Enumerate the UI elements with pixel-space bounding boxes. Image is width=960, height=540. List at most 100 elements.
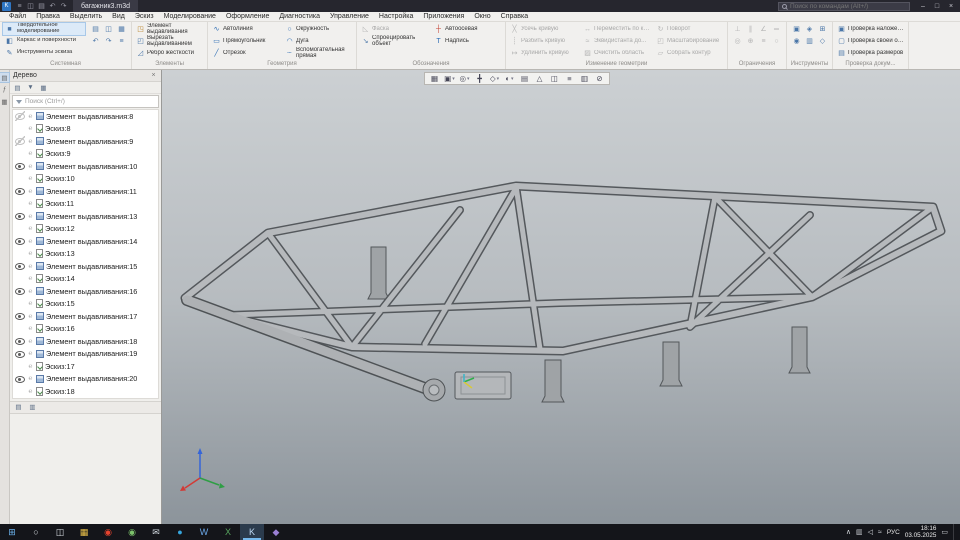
menu-item-0[interactable]: Файл bbox=[4, 13, 31, 20]
command-search[interactable] bbox=[778, 1, 910, 11]
close-button[interactable]: × bbox=[944, 0, 958, 12]
rectangle[interactable]: ▭ Прямоугольник bbox=[211, 35, 280, 47]
app-menu-icon[interactable]: ≡ bbox=[14, 1, 25, 11]
task-view-button[interactable]: ◫ bbox=[48, 524, 72, 540]
split-curve[interactable]: ┊ Разбить кривую bbox=[509, 35, 578, 47]
tray-volume[interactable]: ◁ bbox=[868, 528, 873, 536]
undo-icon[interactable]: ↶ bbox=[47, 1, 58, 11]
tree-settings-button[interactable]: ▦ bbox=[38, 83, 49, 93]
eye-icon[interactable] bbox=[15, 161, 25, 171]
constraint-concentric[interactable]: ◎ bbox=[731, 35, 744, 47]
minimize-button[interactable]: – bbox=[916, 0, 930, 12]
eye-icon[interactable] bbox=[15, 349, 25, 359]
circle[interactable]: ○ Окружность bbox=[284, 23, 353, 35]
segment[interactable]: ╱ Отрезок bbox=[211, 47, 280, 59]
open-document[interactable]: ▤ bbox=[89, 23, 102, 35]
scale-geometry[interactable]: ◰ Масштабирование bbox=[655, 35, 724, 47]
menu-item-9[interactable]: Настройка bbox=[374, 13, 418, 20]
eye-off-icon[interactable] bbox=[15, 136, 25, 147]
tree-row[interactable]: ℮ Эскиз:9 bbox=[13, 148, 158, 161]
tree-row[interactable]: ℮ Элемент выдавливания:20 bbox=[13, 373, 158, 386]
tree-row[interactable]: ℮ Эскиз:17 bbox=[13, 360, 158, 373]
tool-check[interactable]: ◉ bbox=[790, 35, 803, 47]
constraint-horizontal[interactable]: ═ bbox=[770, 23, 783, 35]
constraint-angle[interactable]: ∠ bbox=[757, 23, 770, 35]
menu-item-8[interactable]: Управление bbox=[325, 13, 374, 20]
tree-row[interactable]: ℮ Эскиз:13 bbox=[13, 248, 158, 261]
section-view-button[interactable]: ◫ bbox=[547, 73, 562, 84]
trim-curve[interactable]: ╳ Усечь кривую bbox=[509, 23, 578, 35]
constraint-perpendicular[interactable]: ⊥ bbox=[731, 23, 744, 35]
viewport[interactable]: ▦ ▣ ▾ ◎ ▾ ╋ ◇ ▾ ◐ ▾ ▤ △ ◫ ≡ ▥ ⊘ bbox=[162, 70, 960, 524]
tree-row[interactable]: ℮ Элемент выдавливания:13 bbox=[13, 210, 158, 223]
display-mode-button[interactable]: ◐ ▾ bbox=[502, 73, 517, 84]
tool-variables[interactable]: ◈ bbox=[803, 23, 816, 35]
notification-center-icon[interactable]: ▭ bbox=[941, 528, 948, 536]
tree-tab-model[interactable]: ▤ bbox=[13, 402, 24, 412]
show-desktop-button[interactable] bbox=[953, 524, 956, 540]
tree-row[interactable]: ℮ Эскиз:10 bbox=[13, 173, 158, 186]
text-label[interactable]: T Надпись bbox=[433, 35, 502, 47]
pan-button[interactable]: ╋ bbox=[472, 73, 487, 84]
save-icon[interactable]: ◫ bbox=[25, 1, 36, 11]
tray-network[interactable]: ≈ bbox=[878, 529, 882, 536]
chamfer[interactable]: ◺ Фаска bbox=[360, 23, 429, 35]
menu-item-7[interactable]: Диагностика bbox=[274, 13, 325, 20]
language-indicator[interactable]: РУС bbox=[887, 529, 900, 536]
tree-tab-execution[interactable]: ▥ bbox=[27, 402, 38, 412]
tree-row[interactable]: ℮ Эскиз:14 bbox=[13, 273, 158, 286]
search-button[interactable]: ○ bbox=[24, 524, 48, 540]
zoom-tools-button[interactable]: ◎ ▾ bbox=[457, 73, 472, 84]
hidden-lines-button[interactable]: ▤ bbox=[517, 73, 532, 84]
menu-item-12[interactable]: Справка bbox=[496, 13, 533, 20]
redo-icon[interactable]: ↷ bbox=[58, 1, 69, 11]
check-overlap[interactable]: ▣Проверка наложения эл... bbox=[836, 23, 905, 35]
browser-chrome[interactable]: ◉ bbox=[120, 524, 144, 540]
clear-area[interactable]: ▨ Очистить область bbox=[582, 47, 651, 59]
browser-red[interactable]: ◉ bbox=[96, 524, 120, 540]
control-grid-button[interactable]: ▦ bbox=[427, 73, 442, 84]
tree-row[interactable]: ℮ Элемент выдавливания:15 bbox=[13, 260, 158, 273]
tool-report[interactable]: ▥ bbox=[803, 35, 816, 47]
constraint-equal[interactable]: ≡ bbox=[757, 35, 770, 47]
collect-contour[interactable]: ▱ Собрать контур bbox=[655, 47, 724, 59]
auxiliary-line[interactable]: ┄ Вспомогательная прямая bbox=[284, 47, 353, 59]
stiffener-rib[interactable]: ◿ Ребро жесткости bbox=[135, 47, 204, 59]
project-object[interactable]: ↘ Спроецировать объект bbox=[360, 35, 429, 47]
start-button[interactable]: ⊞ bbox=[0, 524, 24, 540]
undo[interactable]: ↶ bbox=[89, 35, 102, 47]
document-tab[interactable]: багажник3.m3d bbox=[73, 0, 139, 12]
tree-row[interactable]: ℮ Эскиз:16 bbox=[13, 323, 158, 336]
panel-parameters-toggle[interactable]: ƒ bbox=[0, 85, 9, 94]
eye-icon[interactable] bbox=[15, 236, 25, 246]
tree-row[interactable]: ℮ Элемент выдавливания:19 bbox=[13, 348, 158, 361]
photos-app[interactable]: ◆ bbox=[264, 524, 288, 540]
selection-filter-button[interactable]: ▣ ▾ bbox=[442, 73, 457, 84]
maximize-button[interactable]: □ bbox=[930, 0, 944, 12]
autoline[interactable]: ∿ Автолиния bbox=[211, 23, 280, 35]
tree-structure-button[interactable]: ▤ bbox=[12, 83, 23, 93]
tray-expand[interactable]: ∧ bbox=[846, 528, 851, 536]
image-quality-button[interactable]: ▥ bbox=[577, 73, 592, 84]
tree-row[interactable]: ℮ Элемент выдавливания:10 bbox=[13, 160, 158, 173]
rotate-geometry[interactable]: ↻ Поворот bbox=[655, 23, 724, 35]
tool-library[interactable]: ◇ bbox=[816, 35, 829, 47]
check-annotations[interactable]: ▢Проверка своей обозна... bbox=[836, 35, 905, 47]
menu-item-11[interactable]: Окно bbox=[469, 13, 495, 20]
equidistant[interactable]: ≈ Эквидистанта до... bbox=[582, 35, 651, 47]
tree-row[interactable]: ℮ Элемент выдавливания:14 bbox=[13, 235, 158, 248]
eye-icon[interactable] bbox=[15, 261, 25, 271]
system-more[interactable]: ≡ bbox=[115, 35, 128, 47]
tree-filter-button[interactable]: ▼ bbox=[25, 83, 36, 93]
panel-tree-toggle[interactable]: ▤ bbox=[0, 72, 10, 83]
constraint-parallel[interactable]: ∥ bbox=[744, 23, 757, 35]
constraint-coincident[interactable]: ⊕ bbox=[744, 35, 757, 47]
menu-item-3[interactable]: Вид bbox=[107, 13, 130, 20]
redo[interactable]: ↷ bbox=[102, 35, 115, 47]
extrude-element[interactable]: ◳ Элемент выдавливания bbox=[135, 23, 204, 35]
check-dimensions[interactable]: ▤ Проверка размеров bbox=[836, 47, 905, 59]
tool-measure[interactable]: ⊞ bbox=[816, 23, 829, 35]
eye-icon[interactable] bbox=[15, 336, 25, 346]
tree-row[interactable]: ℮ Эскиз:11 bbox=[13, 198, 158, 211]
tree-row[interactable]: ℮ Эскиз:12 bbox=[13, 223, 158, 236]
